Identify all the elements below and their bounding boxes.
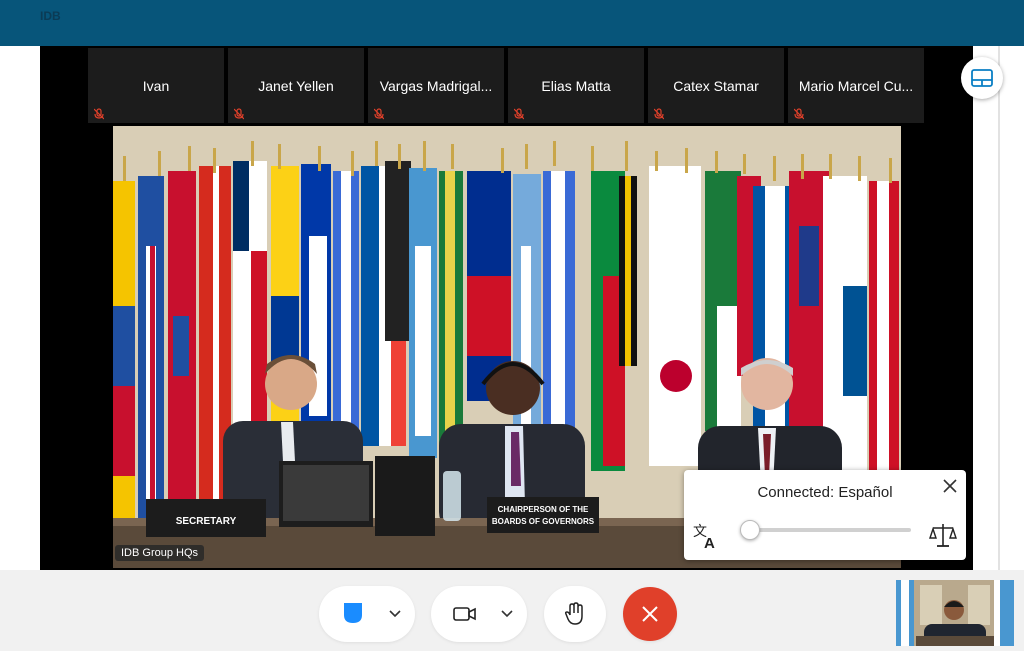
microphone-icon: [344, 603, 362, 623]
participant-name: Ivan: [142, 78, 170, 94]
mic-button[interactable]: [333, 586, 373, 642]
leave-icon: [642, 606, 658, 622]
monitor: [279, 456, 435, 536]
call-controls: [0, 570, 1024, 651]
raise-hand-icon-wrap: [544, 586, 606, 642]
muted-mic-icon: [794, 108, 804, 120]
placard-chair-line2: BOARDS OF GOVERNORS: [492, 517, 595, 526]
mic-control: [319, 586, 415, 642]
raise-hand-button[interactable]: [544, 586, 606, 642]
volume-slider[interactable]: [739, 520, 911, 540]
participant-name: Janet Yellen: [258, 78, 334, 94]
layout-button[interactable]: [961, 57, 1003, 99]
muted-mic-icon: [94, 108, 104, 120]
leave-icon-wrap: [623, 587, 677, 641]
placard-chair-line1: CHAIRPERSON OF THE: [498, 505, 589, 514]
chevron-down-icon: [389, 610, 401, 618]
participant-tile[interactable]: Elias Matta: [508, 48, 644, 123]
participant-tile[interactable]: Mario Marcel Cu...: [788, 48, 924, 123]
muted-mic-icon: [654, 108, 664, 120]
placard-center: CHAIRPERSON OF THE BOARDS OF GOVERNORS: [487, 497, 599, 533]
camera-options-button[interactable]: [495, 586, 519, 642]
participant-tile[interactable]: Catex Stamar: [648, 48, 784, 123]
interpretation-status: Connected: Español: [757, 484, 893, 501]
muted-mic-icon: [514, 108, 524, 120]
raise-hand-icon: [564, 602, 583, 625]
scroll-gutter: [998, 46, 1000, 570]
muted-mic-icon: [234, 108, 244, 120]
window-title: IDB: [40, 9, 61, 23]
mic-options-button[interactable]: [383, 586, 407, 642]
chevron-down-icon: [501, 610, 513, 618]
translate-icon: 文 A: [693, 524, 715, 550]
participant-tile[interactable]: Vargas Madrigal...: [368, 48, 504, 123]
participant-tile[interactable]: Janet Yellen: [228, 48, 364, 123]
volume-slider-thumb[interactable]: [739, 520, 760, 540]
camera-icon: [453, 607, 476, 621]
participant-name: Vargas Madrigal...: [379, 78, 493, 94]
balance-icon[interactable]: [928, 520, 958, 550]
self-view-scene: [896, 580, 1014, 646]
app-header: IDB: [0, 0, 1024, 46]
participant-name: Elias Matta: [541, 78, 611, 94]
placard-left: SECRETARY: [146, 499, 266, 537]
participant-tile[interactable]: Ivan: [88, 48, 224, 123]
camera-button[interactable]: [445, 586, 485, 642]
svg-text:A: A: [704, 535, 715, 550]
participant-name: Mario Marcel Cu...: [798, 78, 914, 94]
close-icon[interactable]: [942, 478, 958, 494]
leave-button[interactable]: [623, 587, 677, 641]
interpretation-panel: Connected: Español 文 A: [684, 470, 966, 560]
placard-secretary: SECRETARY: [176, 516, 237, 527]
self-view[interactable]: [896, 580, 1014, 646]
location-label: IDB Group HQs: [115, 545, 205, 561]
participant-name: Catex Stamar: [673, 78, 759, 94]
muted-mic-icon: [374, 108, 384, 120]
water-bottle: [443, 471, 461, 521]
camera-control: [431, 586, 527, 642]
layout-icon: [971, 69, 993, 87]
